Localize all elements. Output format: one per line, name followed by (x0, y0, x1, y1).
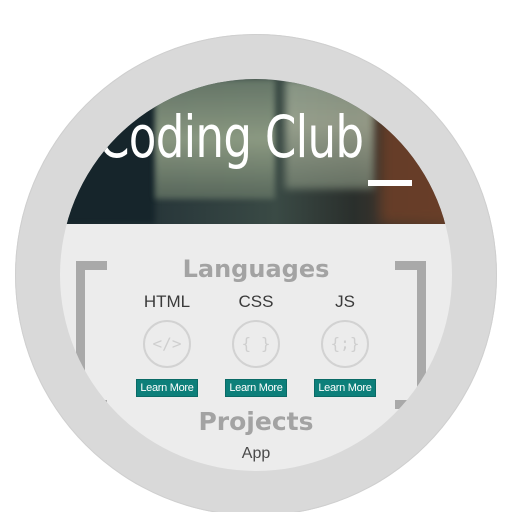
app-badge: Coding Club Languages HTML </> Learn Mor… (0, 0, 512, 512)
circular-viewport: Coding Club Languages HTML </> Learn Mor… (60, 79, 452, 471)
language-name: JS (335, 292, 355, 311)
curly-braces-icon: { } (232, 320, 280, 368)
language-name: HTML (143, 292, 191, 311)
hero-background-wall (380, 109, 452, 224)
language-card-css: CSS { } Learn More (211, 292, 301, 397)
language-card-js: JS {;} Learn More (300, 292, 390, 397)
language-name: CSS (238, 292, 274, 311)
language-card-html: HTML </> Learn More (122, 292, 212, 397)
hero-banner: Coding Club (60, 79, 452, 224)
page-title: Coding Club (98, 103, 364, 171)
cursor-underscore (368, 180, 412, 186)
learn-more-button-css[interactable]: Learn More (225, 379, 287, 397)
project-item-label[interactable]: App (60, 445, 452, 463)
learn-more-button-js[interactable]: Learn More (314, 379, 376, 397)
js-braces-icon: {;} (321, 320, 369, 368)
languages-heading: Languages (182, 255, 330, 283)
right-bracket (395, 261, 426, 409)
left-bracket (76, 261, 107, 409)
learn-more-button-html[interactable]: Learn More (136, 379, 198, 397)
code-tag-icon: </> (143, 320, 191, 368)
projects-heading: Projects (198, 407, 314, 436)
